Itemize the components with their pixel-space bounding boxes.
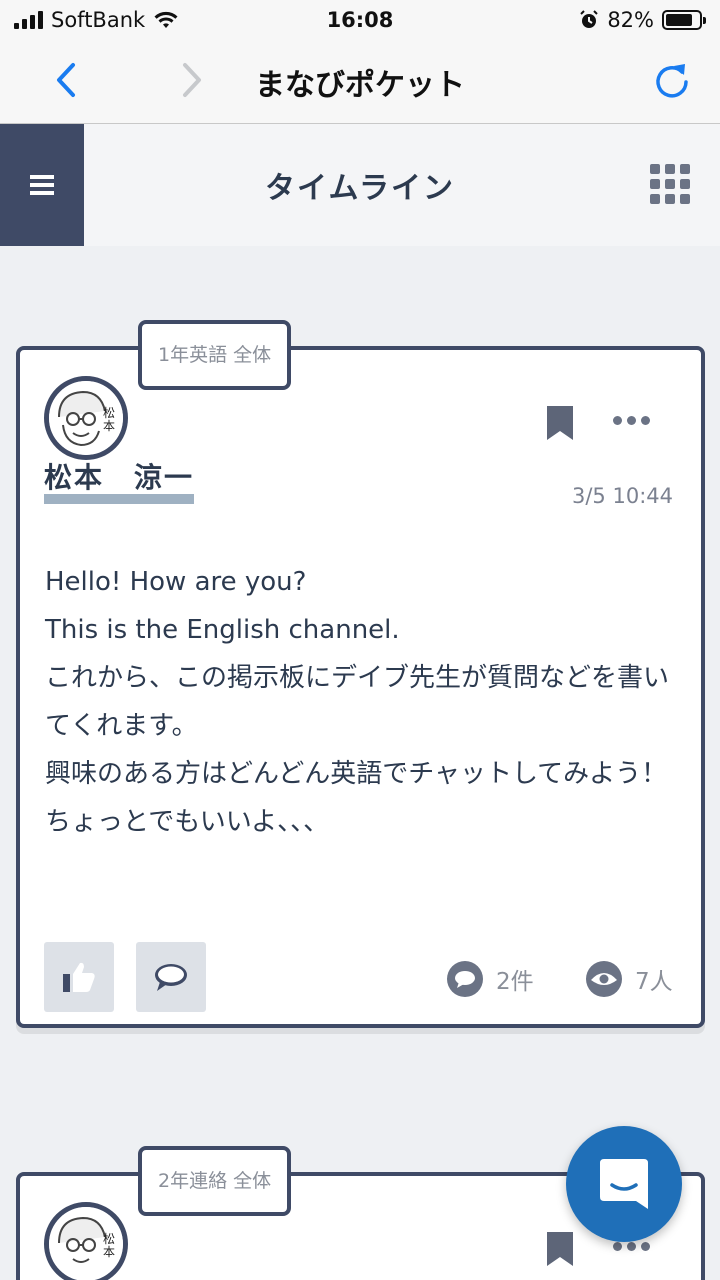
post-card: 1年英語 全体 松本 松本 涼一 3/5 10:44 Hello! How ar… [16,320,705,1028]
post-body-line: This is the English channel. [45,615,400,645]
reload-button[interactable] [650,58,694,102]
bookmark-button[interactable] [545,404,579,444]
battery-icon [662,10,706,30]
more-dot [627,1241,636,1251]
reply-button[interactable] [136,942,206,1012]
reload-icon [656,64,688,98]
comment-icon [447,961,483,997]
page-title: タイムライン [265,171,455,206]
channel-tag[interactable]: 1年英語 全体 [138,320,292,390]
post-body: Hello! How are you? This is the English … [45,558,685,846]
more-dot [627,415,636,425]
grid-dot [650,179,660,189]
like-button[interactable] [44,942,114,1012]
chevron-right-icon [183,63,201,97]
avatar-name-char-1: 松本 [103,406,115,433]
forward-button[interactable] [170,58,214,102]
app-header: タイムライン [0,124,720,246]
view-count-label: 7人 [635,969,673,995]
more-dot [641,415,650,425]
status-right: 82% [579,8,706,32]
post-body-line: これから、この掲示板にデイブ先生が質問などを書いてくれます。 [45,663,670,741]
grid-dot [650,194,660,204]
more-dot [641,1241,650,1251]
app-grid-button[interactable] [650,164,690,204]
avatar[interactable]: 松本 [44,1202,128,1280]
comment-count[interactable]: 2件 [446,960,534,998]
avatar-illustration: 松本 [49,381,123,455]
hamburger-icon [30,175,54,195]
browser-title: まなびポケット [255,67,465,103]
speech-bubble-icon [155,964,187,991]
signal-icon [14,11,43,29]
grid-dot [680,194,690,204]
wifi-icon [154,11,178,28]
author-name[interactable]: 松本 涼一 [44,462,195,504]
status-left: SoftBank [14,8,179,32]
more-dot [613,1241,622,1251]
thumbs-up-icon [63,962,95,992]
avatar[interactable]: 松本 [44,376,128,460]
avatar-illustration: 松本 [49,1207,123,1280]
view-count[interactable]: 7人 [585,960,673,998]
chevron-left-icon [57,63,75,97]
grid-dot [680,179,690,189]
grid-dot [665,164,675,174]
battery-level [666,14,693,26]
chat-icon [600,1159,648,1209]
post-body-line: 興味のある方はどんどん英語でチャットしてみよう！ [45,759,668,789]
post-body-line: ちょっとでもいいよ、、、 [45,807,330,837]
post-timestamp: 3/5 10:44 [572,484,673,508]
bookmark-icon [547,406,573,440]
channel-tag[interactable]: 2年連絡 全体 [138,1146,292,1216]
comment-count-label: 2件 [496,969,534,995]
eye-icon [586,961,622,997]
carrier-label: SoftBank [51,8,146,32]
battery-percent: 82% [607,8,654,32]
bookmark-icon [547,1232,573,1266]
more-options-button[interactable] [613,410,657,430]
back-button[interactable] [44,58,88,102]
menu-button[interactable] [0,124,84,246]
avatar-name-char-2: 松本 [103,1232,115,1259]
grid-dot [665,194,675,204]
chat-fab-button[interactable] [566,1126,682,1242]
status-bar: SoftBank 16:08 82% [0,0,720,40]
grid-dot [650,164,660,174]
grid-dot [665,179,675,189]
alarm-icon [580,10,599,28]
bookmark-button[interactable] [545,1230,579,1270]
grid-dot [680,164,690,174]
browser-nav: まなびポケット [0,40,720,124]
post-body-line: Hello! How are you? [45,567,307,597]
more-dot [613,415,622,425]
